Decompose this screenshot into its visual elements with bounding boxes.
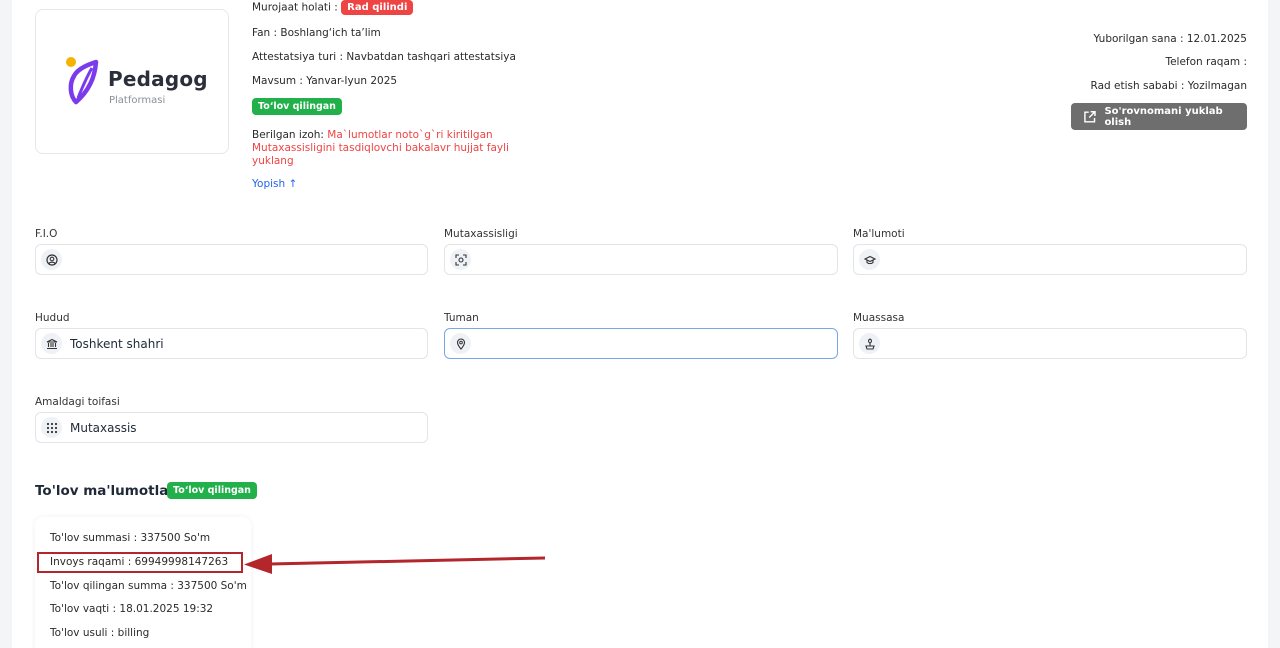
comment-line2: Mutaxassisligini tasdiqlovchi bakalavr h…	[252, 142, 509, 154]
bank-building-icon	[41, 333, 62, 354]
download-button-label: So'rovnomani yuklab olish	[1104, 105, 1223, 128]
institution-icon	[859, 333, 880, 354]
attestatsiya-text: Attestatsiya turi : Navbatdan tashqari a…	[252, 51, 516, 63]
reject-reason: Rad etish sababi : Yozilmagan	[1090, 80, 1247, 92]
payment-method: To'lov usuli : billing	[50, 627, 150, 639]
comment-line1: Ma`lumotlar noto`g`ri kiritilgan	[327, 129, 493, 141]
toifa-field[interactable]: Mutaxassis	[35, 412, 428, 443]
hudud-value: Toshkent shahri	[70, 336, 164, 351]
close-link[interactable]: Yopish ↑	[252, 178, 297, 190]
muassasa-label: Muassasa	[853, 312, 905, 324]
fio-label: F.I.O	[35, 228, 58, 240]
malumoti-field[interactable]	[853, 244, 1247, 275]
fio-field[interactable]	[35, 244, 428, 275]
comment-label: Berilgan izoh:	[252, 129, 324, 141]
tuman-field[interactable]	[444, 328, 838, 359]
hudud-label: Hudud	[35, 312, 70, 324]
malumoti-label: Ma'lumoti	[853, 228, 905, 240]
phone-number: Telefon raqam :	[1165, 56, 1247, 68]
payment-time: To'lov vaqti : 18.01.2025 19:32	[50, 603, 214, 615]
graduation-cap-icon	[859, 249, 880, 270]
invoice-highlight-box	[37, 552, 243, 573]
logo-subtitle: Platformasi	[109, 95, 166, 106]
external-link-icon	[1084, 110, 1096, 123]
logo-title: Pedagog	[108, 67, 208, 91]
user-circle-icon	[41, 249, 62, 270]
payment-section-badge: To‘lov qilingan	[167, 482, 257, 499]
mutaxassisligi-field[interactable]	[444, 244, 838, 275]
comment-line3: yuklang	[252, 155, 294, 167]
status-row: Murojaat holati : Rad qilindi	[252, 0, 414, 15]
hudud-field[interactable]: Toshkent shahri	[35, 328, 428, 359]
location-pin-icon	[450, 333, 471, 354]
paid-amount: To'lov qilingan summa : 337500 So'm	[50, 580, 247, 592]
payment-status-badge: To‘lov qilingan	[252, 98, 342, 115]
submitted-date: Yuborilgan sana : 12.01.2025	[1093, 33, 1247, 45]
payment-amount: To'lov summasi : 337500 So'm	[50, 532, 211, 544]
platform-logo-card: Pedagog Platformasi	[35, 9, 229, 154]
toifa-label: Amaldagi toifasi	[35, 396, 120, 408]
annotation-arrow-icon	[244, 554, 546, 574]
payment-card: To'lov summasi : 337500 So'm Invoys raqa…	[35, 517, 251, 648]
scan-face-icon	[450, 249, 471, 270]
mutaxassisligi-label: Mutaxassisligi	[444, 228, 518, 240]
muassasa-field[interactable]	[853, 328, 1247, 359]
download-survey-button[interactable]: So'rovnomani yuklab olish	[1071, 103, 1247, 130]
mavsum-text: Mavsum : Yanvar-Iyun 2025	[252, 75, 398, 87]
toifa-value: Mutaxassis	[70, 420, 137, 435]
tuman-label: Tuman	[444, 312, 479, 324]
fan-text: Fan : Boshlang‘ich ta’lim	[252, 27, 381, 39]
comment-block: Berilgan izoh: Ma`lumotlar noto`g`ri kir…	[252, 129, 493, 141]
status-label: Murojaat holati :	[252, 1, 338, 14]
pedagog-logo-icon	[66, 57, 99, 105]
grid-dots-icon	[41, 417, 62, 438]
status-badge: Rad qilindi	[341, 0, 414, 15]
